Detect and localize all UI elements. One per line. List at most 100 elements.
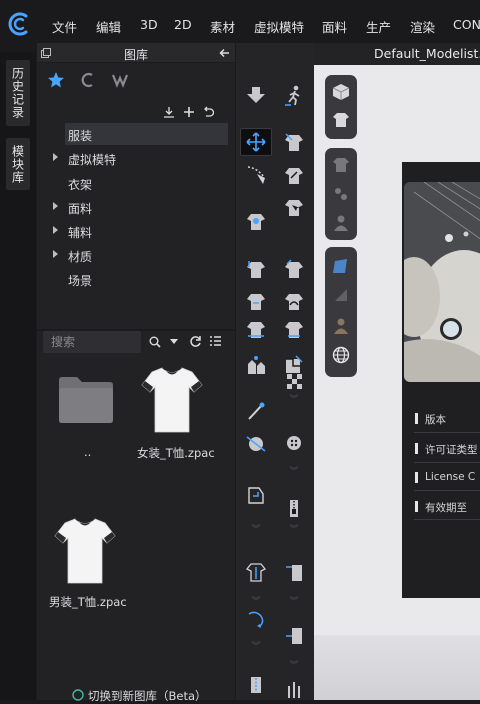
more-tools-button[interactable] xyxy=(278,675,310,703)
avatar-skin-icon[interactable] xyxy=(332,317,350,335)
refresh-icon[interactable] xyxy=(189,335,202,348)
menu-3d[interactable]: 3D xyxy=(140,17,158,32)
tshirt-women-icon[interactable] xyxy=(140,365,204,435)
transform-icon xyxy=(247,166,265,184)
separator: ︾ xyxy=(289,597,299,607)
chevron-down-icon[interactable] xyxy=(170,339,178,345)
file-label: .. xyxy=(84,445,92,459)
needle-button[interactable] xyxy=(240,397,272,425)
tab-history[interactable]: 历史记录 xyxy=(6,60,30,126)
3d-viewport[interactable]: 版本 许可证类型 License C 有效期至 xyxy=(314,65,480,700)
cube-view-icon[interactable] xyxy=(332,83,350,101)
expand-arrow-icon[interactable] xyxy=(53,153,58,161)
version-label: 版本 xyxy=(425,414,446,426)
collapse-left-icon[interactable] xyxy=(219,48,230,58)
garment-tuck-icon xyxy=(285,322,303,338)
arrangement-button[interactable] xyxy=(240,255,272,283)
list-view-icon[interactable] xyxy=(209,335,222,347)
garment-tuck-button[interactable] xyxy=(278,315,310,343)
measure-button[interactable] xyxy=(240,558,272,586)
garment-stitch-button[interactable] xyxy=(278,287,310,315)
menu-render[interactable]: 渲染 xyxy=(410,17,435,36)
render-toolbar-group xyxy=(325,247,357,377)
menu-avatar[interactable]: 虚拟模特 xyxy=(254,17,304,36)
menu-con[interactable]: CON xyxy=(453,17,480,32)
switch-library-link[interactable]: 切换到新图库（Beta） xyxy=(88,688,207,704)
bars-icon xyxy=(288,682,300,698)
garment-fold-button[interactable] xyxy=(240,207,272,235)
tree-item-garment[interactable]: 服装 xyxy=(37,123,235,145)
texture-pattern-button[interactable] xyxy=(278,365,310,393)
needle-icon xyxy=(248,402,265,420)
menu-2d[interactable]: 2D xyxy=(174,17,192,32)
undo-icon[interactable] xyxy=(202,106,214,118)
panel-tool-icon xyxy=(286,628,302,644)
button-holes-icon xyxy=(287,436,301,450)
row-marker xyxy=(415,472,418,483)
favorites-star-icon[interactable] xyxy=(47,71,65,89)
texture-display-icon[interactable] xyxy=(332,286,350,304)
tree-item-fabric[interactable]: 面料 xyxy=(37,196,235,218)
tree-item-trims[interactable]: 辅料 xyxy=(37,220,235,242)
row-divider xyxy=(414,519,480,520)
drop-tool-button[interactable] xyxy=(240,81,272,109)
panel-tool-button[interactable] xyxy=(278,621,310,649)
tree-item-hanger[interactable]: 衣架 xyxy=(37,172,235,194)
avatar-display-icon[interactable] xyxy=(332,214,350,232)
tree-item-scene[interactable]: 场景 xyxy=(37,268,235,290)
tshirt-men-icon[interactable] xyxy=(53,516,117,586)
measure-icon xyxy=(245,563,267,582)
garment-display-icon[interactable] xyxy=(332,111,350,129)
rotate-button[interactable] xyxy=(240,605,272,633)
avatar-size-button[interactable] xyxy=(240,351,272,379)
garment-fold-icon xyxy=(247,214,265,230)
expand-arrow-icon[interactable] xyxy=(53,202,58,210)
valid-until-label: 有效期至 xyxy=(425,502,467,514)
garment-edit-button[interactable] xyxy=(278,161,310,189)
fold-tool-button[interactable] xyxy=(240,481,272,509)
tools-display-icon[interactable] xyxy=(332,185,350,203)
shirt-display-icon[interactable] xyxy=(332,156,350,174)
tree-item-avatar[interactable]: 虚拟模特 xyxy=(37,147,235,169)
tack-button[interactable] xyxy=(240,315,272,343)
tree-item-material[interactable]: 材质 xyxy=(37,244,235,266)
clo-library-icon[interactable] xyxy=(80,72,96,88)
side-tab-strip: 历史记录 模块库 xyxy=(0,52,36,700)
avatar-walk-button[interactable] xyxy=(278,81,310,109)
app-logo-icon[interactable] xyxy=(6,10,34,38)
transform-tool-button[interactable] xyxy=(240,161,272,189)
zip-tool-button[interactable] xyxy=(240,670,272,698)
folder-icon[interactable] xyxy=(57,374,115,426)
garment-pin-button[interactable] xyxy=(278,128,310,156)
search-input[interactable] xyxy=(43,331,141,353)
select-move-button[interactable] xyxy=(240,128,272,156)
zipper-button[interactable] xyxy=(278,494,310,522)
move-arrows-icon xyxy=(246,132,266,152)
garment-edit-icon xyxy=(285,168,303,184)
preview-render xyxy=(404,182,480,382)
fold-arrangement-button[interactable] xyxy=(240,287,272,315)
menu-edit[interactable]: 编辑 xyxy=(96,17,121,36)
row-marker xyxy=(415,443,418,454)
tape-button[interactable] xyxy=(278,558,310,586)
search-icon[interactable] xyxy=(149,336,161,348)
expand-arrow-icon[interactable] xyxy=(53,226,58,234)
add-icon[interactable] xyxy=(183,106,195,118)
garment-select-button[interactable] xyxy=(278,193,310,221)
tab-module-library[interactable]: 模块库 xyxy=(6,138,30,190)
download-icon[interactable] xyxy=(163,106,175,118)
garment-sew-button[interactable] xyxy=(278,255,310,283)
menu-production[interactable]: 生产 xyxy=(366,17,391,36)
connect-library-icon[interactable] xyxy=(111,72,129,88)
globe-icon[interactable] xyxy=(332,346,350,364)
license-code-label: License C xyxy=(425,471,476,483)
document-tab[interactable]: Default_Modelist.z xyxy=(374,46,480,61)
fabric-color-icon[interactable] xyxy=(332,257,350,275)
menu-materials[interactable]: 素材 xyxy=(210,17,235,36)
button-tool-button[interactable] xyxy=(240,429,272,457)
menu-fabric[interactable]: 面料 xyxy=(322,17,347,36)
expand-arrow-icon[interactable] xyxy=(53,250,58,258)
menu-file[interactable]: 文件 xyxy=(52,17,77,36)
scene-preview-image xyxy=(404,182,480,382)
add-button-tool-button[interactable] xyxy=(278,429,310,457)
